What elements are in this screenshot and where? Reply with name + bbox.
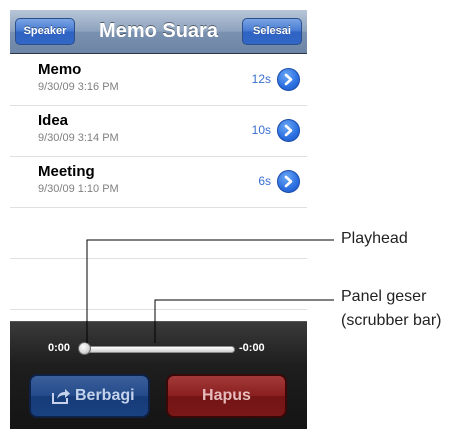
callout-lines — [86, 239, 334, 343]
scrubber-callout-sublabel: (scrubber bar) — [341, 312, 442, 329]
playhead-callout-line — [86, 239, 334, 343]
scrubber-callout-label: Panel geser — [341, 288, 427, 305]
playhead-callout-label: Playhead — [341, 230, 408, 247]
scrubber-callout-line — [154, 299, 334, 343]
